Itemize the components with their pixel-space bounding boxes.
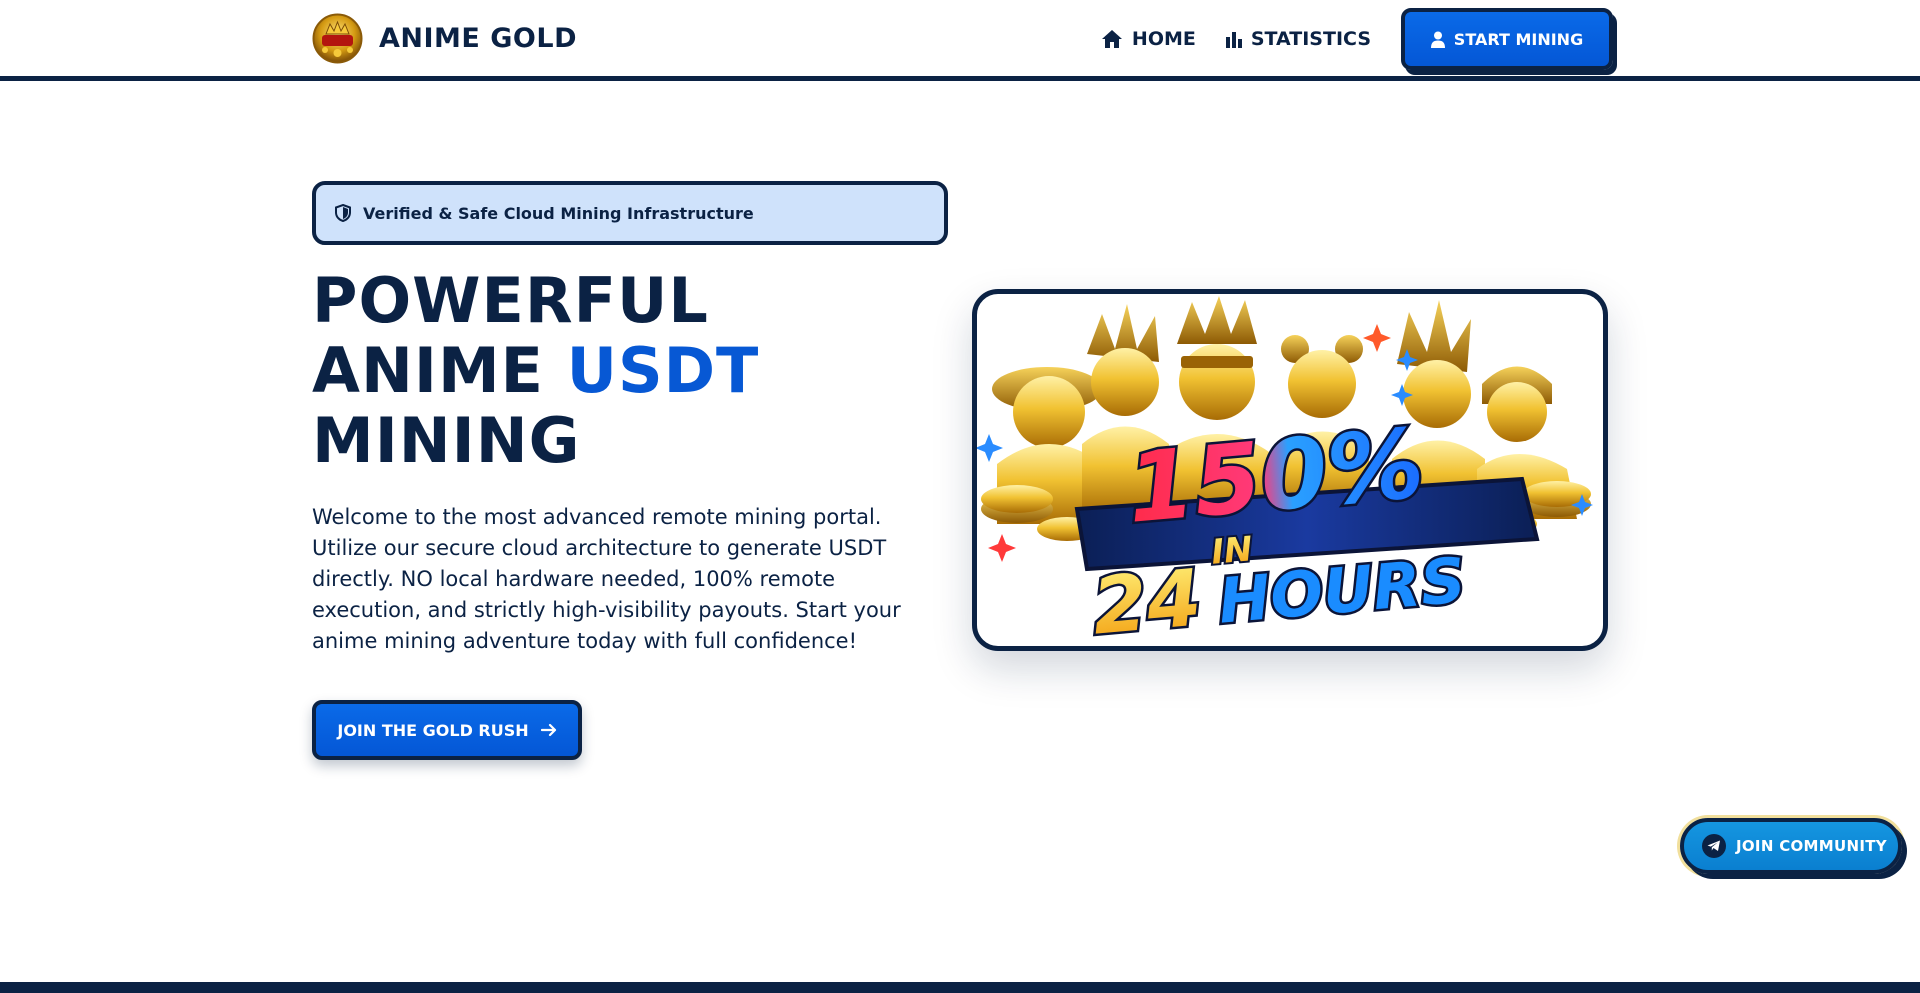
brand[interactable]: ANIME GOLD <box>312 13 577 64</box>
nav-home-label: HOME <box>1131 28 1196 50</box>
nav-home[interactable]: HOME <box>1101 28 1196 50</box>
promo-image: 150% IN 24 HOURS <box>972 289 1608 651</box>
navbar: ANIME GOLD HOME STATISTICS START MINING <box>0 0 1920 81</box>
telegram-icon <box>1702 834 1726 858</box>
start-mining-label: START MINING <box>1453 29 1584 49</box>
brand-name: ANIME GOLD <box>379 23 577 54</box>
hero-title: POWERFUL ANIME USDT MINING <box>312 266 759 476</box>
hero-title-line1: POWERFUL <box>312 264 709 337</box>
brand-logo <box>312 13 363 64</box>
join-gold-rush-button[interactable]: JOIN THE GOLD RUSH <box>312 700 582 760</box>
hero-description: Welcome to the most advanced remote mini… <box>312 505 901 653</box>
hero-title-accent: USDT <box>566 334 760 407</box>
bar-chart-icon <box>1225 30 1242 48</box>
shield-icon <box>335 204 351 222</box>
main-nav: HOME STATISTICS START MINING <box>1101 8 1613 70</box>
verified-badge: Verified & Safe Cloud Mining Infrastruct… <box>312 181 948 245</box>
home-icon <box>1101 29 1123 49</box>
join-community-label: JOIN COMMUNITY <box>1736 837 1887 855</box>
promo-hours-number: 24 <box>1089 553 1205 646</box>
join-gold-rush-label: JOIN THE GOLD RUSH <box>337 720 529 740</box>
nav-statistics-label: STATISTICS <box>1250 28 1371 50</box>
hero-title-line3: MINING <box>312 404 581 477</box>
hero-title-line2a: ANIME <box>312 334 544 407</box>
arrow-right-icon <box>540 723 557 737</box>
footer-border <box>0 982 1920 993</box>
nav-statistics[interactable]: STATISTICS <box>1225 28 1371 50</box>
user-icon <box>1430 31 1445 48</box>
verified-badge-label: Verified & Safe Cloud Mining Infrastruct… <box>363 203 754 223</box>
start-mining-button[interactable]: START MINING <box>1401 8 1613 70</box>
join-community-button[interactable]: JOIN COMMUNITY <box>1680 818 1902 874</box>
